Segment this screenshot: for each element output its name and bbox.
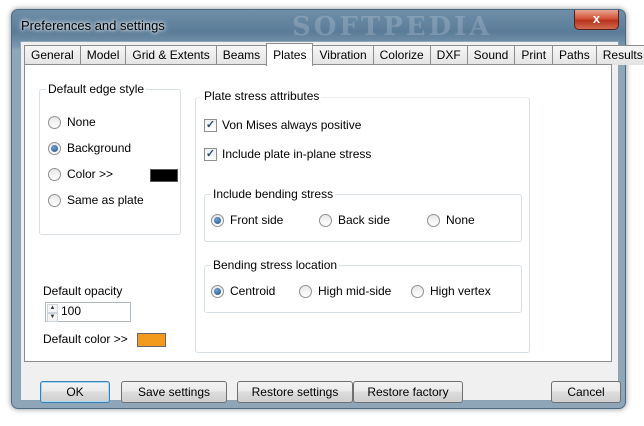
tab-plates[interactable]: Plates xyxy=(266,43,314,66)
bending-stress-label: Include bending stress xyxy=(211,187,336,201)
restore-settings-button[interactable]: Restore settings xyxy=(237,381,353,403)
back-side-option[interactable]: Back side xyxy=(319,213,390,227)
spinner-arrows[interactable]: ▲ ▼ xyxy=(47,304,58,322)
tab-grid-extents[interactable]: Grid & Extents xyxy=(125,45,217,65)
radio-icon[interactable] xyxy=(299,284,312,298)
tab-general[interactable]: General xyxy=(24,45,81,65)
option-label: Von Mises always positive xyxy=(222,118,362,132)
tab-results[interactable]: Results xyxy=(595,45,644,65)
centroid-option[interactable]: Centroid xyxy=(211,284,275,298)
radio-selected-icon[interactable] xyxy=(211,213,224,227)
edge-same-as-plate-option[interactable]: Same as plate xyxy=(48,193,144,207)
edge-background-option[interactable]: Background xyxy=(48,141,131,155)
radio-icon[interactable] xyxy=(411,284,424,298)
front-side-option[interactable]: Front side xyxy=(211,213,283,227)
ok-button[interactable]: OK xyxy=(40,381,110,403)
default-color-swatch[interactable] xyxy=(137,333,166,347)
tab-print[interactable]: Print xyxy=(514,45,554,65)
checkbox-checked-icon[interactable]: ✓ xyxy=(204,147,217,161)
tab-strip: General Model Grid & Extents Beams Plate… xyxy=(24,43,644,66)
spin-up-icon[interactable]: ▲ xyxy=(47,304,58,313)
checkbox-checked-icon[interactable]: ✓ xyxy=(204,118,217,132)
tab-paths[interactable]: Paths xyxy=(552,45,597,65)
save-settings-button[interactable]: Save settings xyxy=(121,381,227,403)
default-color-label[interactable]: Default color >> xyxy=(43,332,128,346)
cancel-button[interactable]: Cancel xyxy=(551,381,621,403)
high-vertex-option[interactable]: High vertex xyxy=(411,284,491,298)
plates-panel: Default edge style None Background Color… xyxy=(24,64,612,362)
option-label: Front side xyxy=(230,213,284,227)
close-button[interactable]: x xyxy=(574,10,619,30)
window-title: Preferences and settings xyxy=(21,18,165,33)
dialog-client: General Model Grid & Extents Beams Plate… xyxy=(20,41,644,403)
watermark: SOFTPEDIA xyxy=(292,12,493,42)
option-label: Include plate in-plane stress xyxy=(222,147,372,161)
tab-model[interactable]: Model xyxy=(79,45,127,65)
opacity-value[interactable]: 100 xyxy=(61,304,81,318)
option-label: High vertex xyxy=(430,284,491,298)
option-label: Background xyxy=(67,141,132,155)
bending-location-label: Bending stress location xyxy=(211,258,340,272)
tab-colorize[interactable]: Colorize xyxy=(372,45,431,65)
radio-icon[interactable] xyxy=(48,167,61,181)
option-label: Centroid xyxy=(230,284,276,298)
opacity-spinner[interactable]: ▲ ▼ 100 xyxy=(45,302,131,322)
option-label: None xyxy=(67,115,96,129)
bending-stress-group: Include bending stress Front side Back s… xyxy=(204,187,522,242)
tab-vibration[interactable]: Vibration xyxy=(312,45,374,65)
tab-beams[interactable]: Beams xyxy=(215,45,268,65)
opacity-label: Default opacity xyxy=(43,284,123,298)
plate-stress-group: Plate stress attributes ✓ Von Mises alway… xyxy=(195,89,530,353)
restore-factory-button[interactable]: Restore factory xyxy=(353,381,463,403)
edge-none-option[interactable]: None xyxy=(48,115,96,129)
radio-icon[interactable] xyxy=(427,213,440,227)
tab-sound[interactable]: Sound xyxy=(466,45,516,65)
radio-icon[interactable] xyxy=(48,193,61,207)
edge-style-label: Default edge style xyxy=(46,82,147,96)
plate-stress-label: Plate stress attributes xyxy=(202,89,322,103)
edge-color-option[interactable]: Color >> xyxy=(48,167,113,181)
radio-icon[interactable] xyxy=(319,213,332,227)
edge-style-group: Default edge style None Background Color… xyxy=(39,82,181,235)
high-mid-side-option[interactable]: High mid-side xyxy=(299,284,391,298)
option-label: None xyxy=(446,213,475,227)
bending-location-group: Bending stress location Centroid High mi… xyxy=(204,258,522,313)
bending-none-option[interactable]: None xyxy=(427,213,475,227)
edge-color-swatch[interactable] xyxy=(150,169,178,182)
radio-selected-icon[interactable] xyxy=(211,284,224,298)
radio-selected-icon[interactable] xyxy=(48,141,61,155)
option-label: Back side xyxy=(338,213,391,227)
spin-down-icon[interactable]: ▼ xyxy=(47,313,58,322)
radio-icon[interactable] xyxy=(48,115,61,129)
option-label: Color >> xyxy=(67,167,114,181)
von-mises-checkbox[interactable]: ✓ Von Mises always positive xyxy=(204,118,361,132)
option-label: High mid-side xyxy=(318,284,392,298)
tab-dxf[interactable]: DXF xyxy=(429,45,468,65)
in-plane-stress-checkbox[interactable]: ✓ Include plate in-plane stress xyxy=(204,147,371,161)
option-label: Same as plate xyxy=(67,193,144,207)
preferences-window: SOFTPEDIA Preferences and settings x Gen… xyxy=(11,9,644,409)
